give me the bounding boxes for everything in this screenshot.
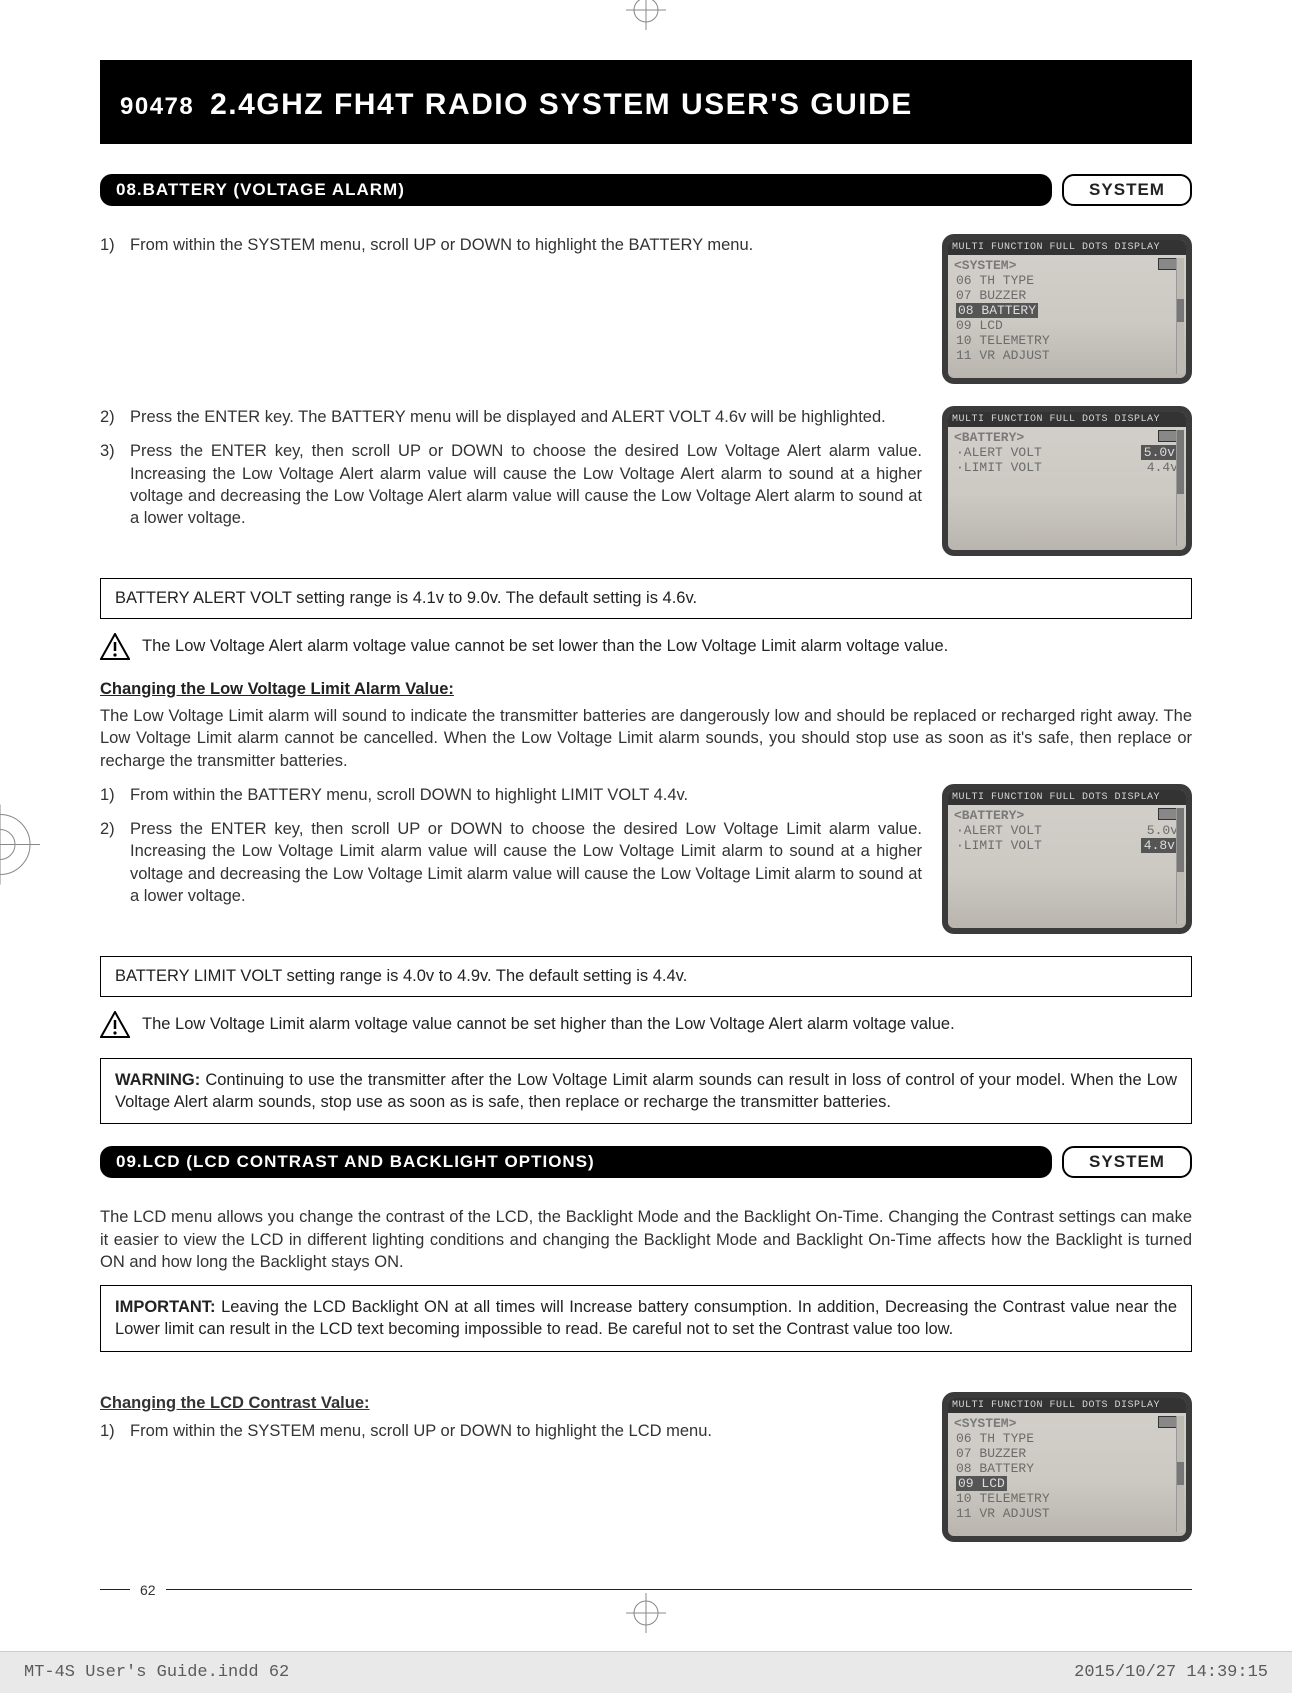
limit-warn-text: The Low Voltage Limit alarm voltage valu… [142, 1015, 955, 1034]
section-09-title: 09.LCD (LCD CONTRAST AND BACKLIGHT OPTIO… [100, 1146, 1052, 1178]
s08-step2: Press the ENTER key. The BATTERY menu wi… [130, 406, 886, 428]
system-tag: SYSTEM [1062, 174, 1192, 206]
warning-icon [100, 1011, 130, 1038]
alert-warn-text: The Low Voltage Alert alarm voltage valu… [142, 637, 948, 656]
footer-left: MT-4S User's Guide.indd 62 [24, 1663, 289, 1682]
lcd-battery-alert: MULTI FUNCTION FULL DOTS DISPLAY <BATTER… [942, 406, 1192, 556]
page-number: 62 [140, 1582, 156, 1598]
important-callout: IMPORTANT: Leaving the LCD Backlight ON … [100, 1285, 1192, 1352]
limit-subheading: Changing the Low Voltage Limit Alarm Val… [100, 680, 1192, 699]
guide-title: 2.4GHZ FH4T RADIO SYSTEM USER'S GUIDE [210, 88, 913, 121]
crop-mark-bottom [626, 1593, 666, 1633]
system-tag: SYSTEM [1062, 1146, 1192, 1178]
product-code: 90478 [120, 93, 194, 120]
crop-mark-top [626, 0, 666, 30]
footer-bar: MT-4S User's Guide.indd 62 2015/10/27 14… [0, 1651, 1292, 1693]
limit-step2: Press the ENTER key, then scroll UP or D… [130, 818, 922, 907]
s09-step1: From within the SYSTEM menu, scroll UP o… [130, 1420, 712, 1442]
alert-range-box: BATTERY ALERT VOLT setting range is 4.1v… [100, 578, 1192, 619]
lcd-battery-limit: MULTI FUNCTION FULL DOTS DISPLAY <BATTER… [942, 784, 1192, 934]
registration-target [0, 804, 40, 889]
limit-range-box: BATTERY LIMIT VOLT setting range is 4.0v… [100, 956, 1192, 997]
s09-intro: The LCD menu allows you change the contr… [100, 1206, 1192, 1273]
lcd-subheading: Changing the LCD Contrast Value: [100, 1392, 922, 1414]
warning-callout: WARNING: Continuing to use the transmitt… [100, 1058, 1192, 1125]
limit-para: The Low Voltage Limit alarm will sound t… [100, 705, 1192, 772]
s08-step3: Press the ENTER key, then scroll UP or D… [130, 440, 922, 529]
s08-step1: From within the SYSTEM menu, scroll UP o… [130, 234, 753, 256]
warning-icon [100, 633, 130, 660]
section-08-title: 08.BATTERY (VOLTAGE ALARM) [100, 174, 1052, 206]
footer-right: 2015/10/27 14:39:15 [1074, 1663, 1268, 1682]
header-band: 90478 2.4GHZ FH4T RADIO SYSTEM USER'S GU… [100, 60, 1192, 144]
limit-step1: From within the BATTERY menu, scroll DOW… [130, 784, 688, 806]
lcd-system-lcd: MULTI FUNCTION FULL DOTS DISPLAY <SYSTEM… [942, 1392, 1192, 1542]
lcd-system-battery: MULTI FUNCTION FULL DOTS DISPLAY <SYSTEM… [942, 234, 1192, 384]
